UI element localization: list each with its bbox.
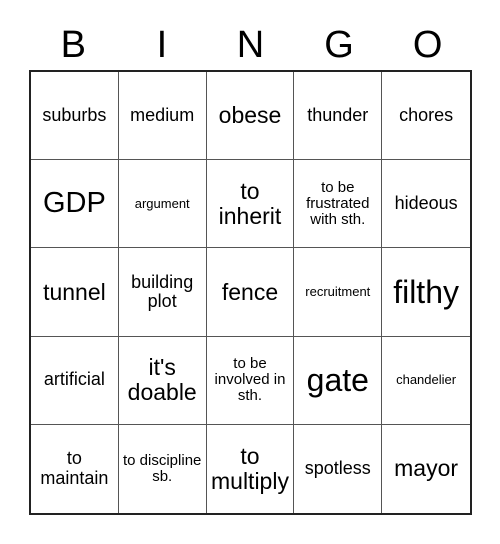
bingo-cell-label: gate (306, 361, 369, 398)
bingo-cell[interactable]: thunder (294, 72, 383, 161)
bingo-cell-label: it's doable (127, 354, 197, 406)
bingo-cell[interactable]: gate (294, 336, 383, 425)
bingo-cell[interactable]: to inherit (206, 160, 295, 249)
bingo-cell[interactable]: building plot (118, 248, 207, 337)
bingo-cell-label: to be involved in sth. (214, 354, 286, 405)
bingo-cell-label: to be frustrated with sth. (306, 178, 370, 228)
header-letter-g: G (324, 24, 354, 66)
bingo-cell[interactable]: chores (382, 72, 470, 161)
bingo-header-row: B I N G O (29, 20, 472, 70)
bingo-grid: suburbs medium obese thunder chores GDP argume… (29, 70, 472, 515)
bingo-cell-label: chandelier (396, 372, 457, 388)
bingo-cell-label: GDP (42, 187, 106, 220)
bingo-cell[interactable]: to maintain (31, 424, 119, 513)
bingo-cell[interactable]: mayor (382, 424, 470, 513)
bingo-cell[interactable]: argument (118, 160, 207, 249)
bingo-cell[interactable]: it's doable (118, 336, 207, 425)
bingo-cell-label: tunnel (43, 278, 106, 305)
bingo-cell[interactable]: GDP (31, 160, 119, 249)
header-letter-b: B (60, 24, 86, 66)
bingo-cell-label: fence (221, 278, 279, 305)
bingo-cell[interactable]: to discipline sb. (118, 424, 207, 513)
bingo-cell[interactable]: to be involved in sth. (206, 336, 295, 425)
header-letter-n: N (236, 24, 265, 66)
bingo-card: B I N G O suburbs medium obese thunder chore… (0, 0, 500, 544)
bingo-cell-label: chores (399, 104, 454, 125)
bingo-cell[interactable]: suburbs (31, 72, 119, 161)
bingo-cell-label: thunder (307, 104, 369, 125)
bingo-cell-label: medium (130, 104, 195, 125)
bingo-cell[interactable]: hideous (382, 160, 470, 249)
bingo-cell-label: spotless (304, 458, 371, 479)
bingo-cell-label: hideous (394, 193, 458, 214)
bingo-cell-label: building plot (131, 271, 194, 311)
bingo-cell-label: recruitment (305, 283, 371, 299)
bingo-cell-label: to multiply (211, 443, 289, 494)
bingo-cell-label: to discipline sb. (123, 451, 202, 485)
bingo-cell-label: to inherit (218, 177, 282, 229)
bingo-cell[interactable]: artificial (31, 336, 119, 425)
bingo-cell[interactable]: to multiply (206, 424, 295, 513)
bingo-cell-label: artificial (43, 369, 105, 390)
bingo-cell[interactable]: spotless (294, 424, 383, 513)
header-letter-o: O (412, 24, 443, 66)
bingo-cell[interactable]: fence (206, 248, 295, 337)
bingo-cell[interactable]: medium (118, 72, 207, 161)
bingo-cell-label: filthy (393, 273, 459, 310)
bingo-cell-label: suburbs (42, 104, 107, 125)
header-letter-i: I (156, 24, 168, 66)
bingo-cell-label: to maintain (40, 448, 109, 488)
bingo-cell-label: obese (218, 102, 282, 129)
bingo-cell[interactable]: to be frustrated with sth. (294, 160, 383, 249)
bingo-cell[interactable]: obese (206, 72, 295, 161)
bingo-cell[interactable]: filthy (382, 248, 470, 337)
bingo-cell[interactable]: tunnel (31, 248, 119, 337)
bingo-cell-label: argument (134, 195, 190, 211)
bingo-cell[interactable]: chandelier (382, 336, 470, 425)
bingo-cell-label: mayor (394, 455, 459, 482)
bingo-cell[interactable]: recruitment (294, 248, 383, 337)
